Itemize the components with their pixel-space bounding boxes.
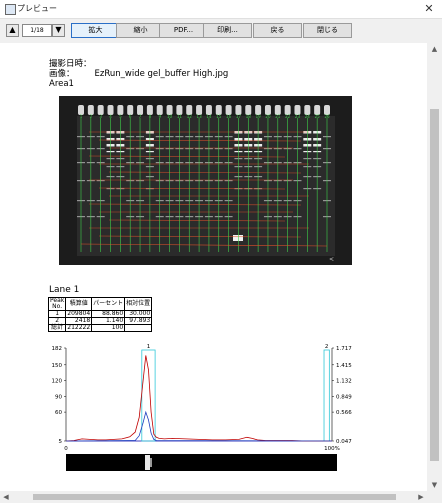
gel-scroll-marker: < [329,256,334,263]
page-indicator[interactable]: 1/18 [22,24,52,37]
y2-tick-label: 0.849 [336,394,352,400]
table-row: 2 2418 1.140 97.893 [47,317,153,325]
scroll-down-icon[interactable]: ▼ [427,479,442,491]
lane-strip-band [150,458,152,467]
lane-title: Lane 1 [49,285,80,295]
window-title: プレビュー [17,4,57,13]
y2-tick-label: 1.415 [336,363,352,369]
close-button[interactable]: 閉じる [303,23,352,38]
prev-page-button[interactable]: ▲ [6,24,19,37]
y2-tick-label: 0.047 [336,439,352,445]
capture-date-line: 撮影日時： [49,59,92,69]
peak-label: 1 [147,344,151,350]
scroll-corner [427,491,442,503]
gel-image: 1 2 3 4 5 6 7 8 9 10 11 12 13 14 15 16 17 18 19 20 21 22 23 24 2… [59,96,352,265]
table-cell: 100 [91,324,126,332]
image-label: 画像： [49,69,75,79]
lane-strip-svg [145,455,152,470]
lane-profile-chart: 182150120906051.7171.4151.1320.8490.5660… [52,344,353,452]
col-rel-position: 相対位置 [124,297,153,311]
pdf-button[interactable]: PDF... [159,23,208,38]
lane-strip-band [145,455,150,470]
x-tick-label: 0 [64,446,68,452]
peak-table-header: Peak No. 積算値 パーセント 相対位置 [47,297,153,311]
col-integral: 積算値 [65,297,93,311]
toolbar: ▲ 1/18 ▼ 拡大 縮小 PDF... 印刷... 戻る 閉じる [0,19,442,43]
capture-date-label: 撮影日時： [49,59,92,69]
table-row: 総計 212222 100 [47,324,153,332]
y-tick-label: 5 [59,439,63,445]
col-percent: パーセント [91,297,126,311]
peak-table: Peak No. 積算値 パーセント 相対位置 1 209804 88.860 … [47,297,153,332]
y-tick-label: 90 [55,394,62,400]
vertical-scrollbar[interactable]: ▲ ▼ [427,43,442,491]
series-line [65,410,333,442]
y-tick-label: 182 [52,346,63,352]
y-tick-label: 60 [55,410,62,416]
y2-tick-label: 1.717 [336,346,352,352]
peak-label: 2 [325,344,329,350]
lane-strip-image [66,454,337,471]
horizontal-scrollbar[interactable]: ◀ ▶ [0,491,427,503]
zoom-in-button[interactable]: 拡大 [71,23,120,38]
title-bar: プレビュー ✕ [0,0,442,19]
image-name-line: 画像： EzRun_wide gel_buffer High.jpg [49,69,228,79]
col-peak-no: Peak No. [47,297,67,311]
table-cell: 97.893 [124,317,153,325]
preview-page: 撮影日時： 画像： EzRun_wide gel_buffer High.jpg … [0,43,427,491]
x-tick-label: 100% [324,446,340,452]
print-button[interactable]: 印刷... [203,23,252,38]
y-tick-label: 150 [52,363,63,369]
peak-box [323,349,330,442]
area-label: Area1 [49,79,74,89]
table-cell: 総計 [47,324,67,332]
table-cell [124,324,153,332]
zoom-out-button[interactable]: 縮小 [116,23,165,38]
next-page-button[interactable]: ▼ [52,24,65,37]
app-icon [5,4,16,15]
vertical-scroll-thumb[interactable] [430,109,439,461]
gel-lanes-overlay: 1 2 3 4 5 6 7 8 9 10 11 12 13 14 15 16 17 18 19 20 21 22 23 24 2… [59,96,352,265]
scroll-left-icon[interactable]: ◀ [0,491,12,503]
series-line [65,355,332,442]
close-icon[interactable]: ✕ [416,0,442,18]
y2-tick-label: 1.132 [336,379,352,385]
gel-band [233,235,243,241]
table-cell: 212222 [65,324,93,332]
y2-tick-label: 0.566 [336,410,352,416]
back-button[interactable]: 戻る [253,23,302,38]
scroll-up-icon[interactable]: ▲ [427,43,442,55]
scroll-right-icon[interactable]: ▶ [415,491,427,503]
horizontal-scroll-thumb[interactable] [33,494,396,500]
y-tick-label: 120 [52,379,63,385]
image-file-name: EzRun_wide gel_buffer High.jpg [94,69,229,79]
